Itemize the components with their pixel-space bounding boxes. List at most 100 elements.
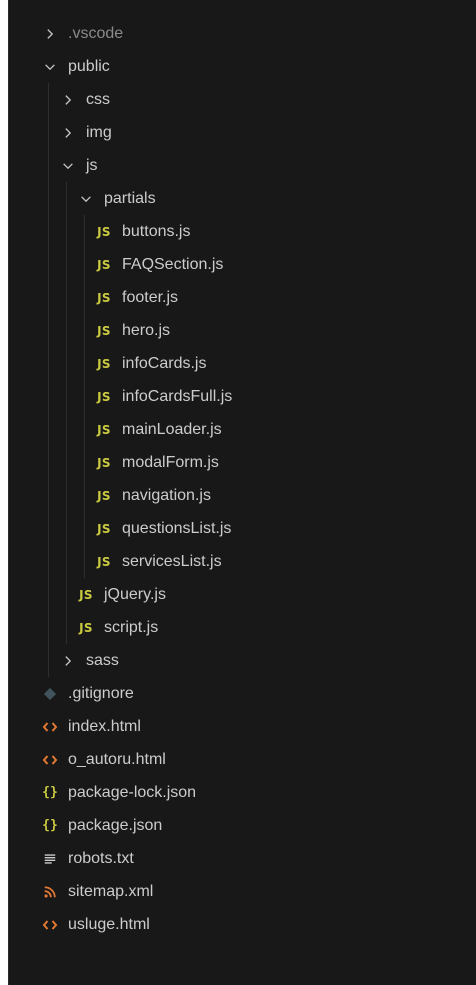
folder-item-sass[interactable]: sass (9, 644, 476, 677)
indent-guide (48, 545, 49, 578)
file-name-label: index.html (68, 718, 141, 735)
file-item-navigation-js[interactable]: JS navigation.js (9, 479, 476, 512)
file-name-label: css (86, 91, 110, 108)
chevron-down-icon (41, 58, 59, 76)
file-name-label: usluge.html (68, 916, 150, 933)
indent-guide (84, 545, 85, 578)
folder-item-public[interactable]: public (9, 50, 476, 83)
indent-guide (66, 281, 67, 314)
indent-guide (66, 446, 67, 479)
javascript-file-icon: JS (97, 488, 111, 503)
text-file-icon (41, 850, 59, 868)
file-name-label: img (86, 124, 112, 141)
javascript-file-icon: JS (79, 587, 93, 602)
file-name-label: package-lock.json (68, 784, 197, 801)
folder-item-js[interactable]: js (9, 149, 476, 182)
file-item-serviceslist-js[interactable]: JS servicesList.js (9, 545, 476, 578)
indent-guide (84, 347, 85, 380)
file-name-label: package.json (68, 817, 163, 834)
indent-guide (84, 446, 85, 479)
folder-item-vscode[interactable]: .vscode (9, 17, 476, 50)
file-item-infocardsfull-js[interactable]: JS infoCardsFull.js (9, 380, 476, 413)
javascript-file-icon: JS (97, 257, 111, 272)
indent-guide (48, 380, 49, 413)
file-item-mainloader-js[interactable]: JS mainLoader.js (9, 413, 476, 446)
file-item-questionslist-js[interactable]: JS questionsList.js (9, 512, 476, 545)
indent-guide (48, 314, 49, 347)
indent-guide (48, 248, 49, 281)
file-item-sitemap-xml[interactable]: sitemap.xml (9, 875, 476, 908)
html-file-icon (41, 751, 59, 769)
file-name-label: js (86, 157, 98, 174)
indent-guide (48, 182, 49, 215)
file-item-modalform-js[interactable]: JS modalForm.js (9, 446, 476, 479)
indent-guide (48, 413, 49, 446)
file-name-label: .vscode (68, 25, 124, 42)
file-name-label: navigation.js (122, 487, 211, 504)
indent-guide (84, 215, 85, 248)
folder-item-img[interactable]: img (9, 116, 476, 149)
file-name-label: buttons.js (122, 223, 191, 240)
file-name-label: partials (104, 190, 156, 207)
file-item-o-autoru-html[interactable]: o_autoru.html (9, 743, 476, 776)
indent-guide (48, 281, 49, 314)
file-name-label: footer.js (122, 289, 179, 306)
indent-guide (66, 578, 67, 611)
indent-guide (48, 215, 49, 248)
file-name-label: hero.js (122, 322, 171, 339)
file-item-infocards-js[interactable]: JS infoCards.js (9, 347, 476, 380)
file-item-footer-js[interactable]: JS footer.js (9, 281, 476, 314)
indent-guide (84, 512, 85, 545)
rss-file-icon (41, 883, 59, 901)
file-tree: .vscode public css img js partials JS buttons.j… (9, 17, 476, 941)
indent-guide (48, 578, 49, 611)
indent-guide (66, 512, 67, 545)
file-name-label: FAQSection.js (122, 256, 224, 273)
chevron-right-icon (59, 91, 77, 109)
indent-guide (84, 413, 85, 446)
file-name-label: .gitignore (68, 685, 134, 702)
chevron-down-icon (59, 157, 77, 175)
javascript-file-icon: JS (97, 323, 111, 338)
file-item-buttons-js[interactable]: JS buttons.js (9, 215, 476, 248)
file-name-label: robots.txt (68, 850, 134, 867)
javascript-file-icon: JS (79, 620, 93, 635)
file-item-script-js[interactable]: JS script.js (9, 611, 476, 644)
file-item-usluge-html[interactable]: usluge.html (9, 908, 476, 941)
folder-item-css[interactable]: css (9, 83, 476, 116)
javascript-file-icon: JS (97, 455, 111, 470)
indent-guide (66, 545, 67, 578)
folder-item-partials[interactable]: partials (9, 182, 476, 215)
indent-guide (84, 248, 85, 281)
file-name-label: infoCardsFull.js (122, 388, 233, 405)
indent-guide (48, 644, 49, 677)
file-item-index-html[interactable]: index.html (9, 710, 476, 743)
file-item-faqsection-js[interactable]: JS FAQSection.js (9, 248, 476, 281)
file-name-label: script.js (104, 619, 159, 636)
file-name-label: mainLoader.js (122, 421, 222, 438)
json-file-icon: {} (42, 785, 58, 800)
chevron-right-icon (59, 652, 77, 670)
indent-guide (66, 248, 67, 281)
javascript-file-icon: JS (97, 521, 111, 536)
file-name-label: questionsList.js (122, 520, 232, 537)
file-item-gitignore[interactable]: .gitignore (9, 677, 476, 710)
indent-guide (66, 215, 67, 248)
file-item-hero-js[interactable]: JS hero.js (9, 314, 476, 347)
indent-guide (66, 314, 67, 347)
json-file-icon: {} (42, 818, 58, 833)
file-item-jquery-js[interactable]: JS jQuery.js (9, 578, 476, 611)
chevron-down-icon (77, 190, 95, 208)
file-item-robots-txt[interactable]: robots.txt (9, 842, 476, 875)
indent-guide (66, 413, 67, 446)
indent-guide (66, 380, 67, 413)
javascript-file-icon: JS (97, 389, 111, 404)
indent-guide (66, 182, 67, 215)
file-item-package-json[interactable]: {} package.json (9, 809, 476, 842)
file-item-package-lock-json[interactable]: {} package-lock.json (9, 776, 476, 809)
file-name-label: public (68, 58, 110, 75)
indent-guide (48, 512, 49, 545)
file-name-label: infoCards.js (122, 355, 207, 372)
html-file-icon (41, 916, 59, 934)
indent-guide (66, 479, 67, 512)
